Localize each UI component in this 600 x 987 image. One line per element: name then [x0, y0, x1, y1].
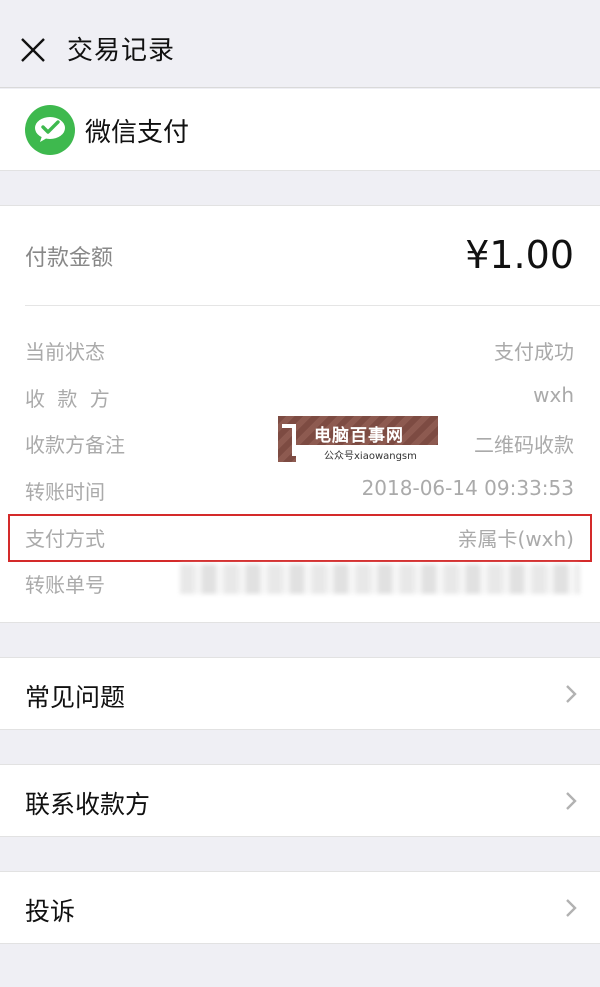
chevron-right-icon: [566, 899, 577, 917]
payee-value: wxh: [533, 383, 574, 407]
close-icon[interactable]: [20, 37, 46, 63]
chevron-right-icon: [566, 685, 577, 703]
watermark-title: 电脑百事网: [314, 426, 404, 446]
menu-item-faq[interactable]: 常见问题: [0, 657, 600, 730]
menu-item-contact-payee[interactable]: 联系收款方: [0, 764, 600, 837]
order-number-value-blurred: [180, 564, 580, 594]
payee-label: 收 款 方: [25, 387, 113, 411]
menu-item-complaint[interactable]: 投诉: [0, 871, 600, 944]
status-value: 支付成功: [494, 340, 574, 364]
payee-note-value: 二维码收款: [474, 433, 574, 457]
order-number-label: 转账单号: [25, 573, 105, 597]
menu-item-label: 联系收款方: [25, 790, 151, 819]
menu-item-label: 常见问题: [25, 683, 126, 712]
highlight-box: [8, 514, 592, 562]
brand-name: 微信支付: [85, 118, 190, 148]
divider: [25, 305, 600, 306]
menu-item-label: 投诉: [25, 897, 76, 926]
watermark-logo-mark: [282, 424, 296, 456]
status-label: 当前状态: [25, 340, 105, 364]
wechat-pay-icon: [25, 105, 75, 155]
payee-note-label: 收款方备注: [25, 433, 125, 457]
page-title: 交易记录: [67, 36, 176, 66]
watermark-subtitle: 公众号xiaowangsm: [324, 451, 417, 462]
transfer-time-value: 2018-06-14 09:33:53: [361, 476, 574, 500]
amount-value: ¥1.00: [465, 233, 574, 277]
amount-label: 付款金额: [25, 246, 114, 271]
transfer-time-label: 转账时间: [25, 480, 105, 504]
chevron-right-icon: [566, 792, 577, 810]
